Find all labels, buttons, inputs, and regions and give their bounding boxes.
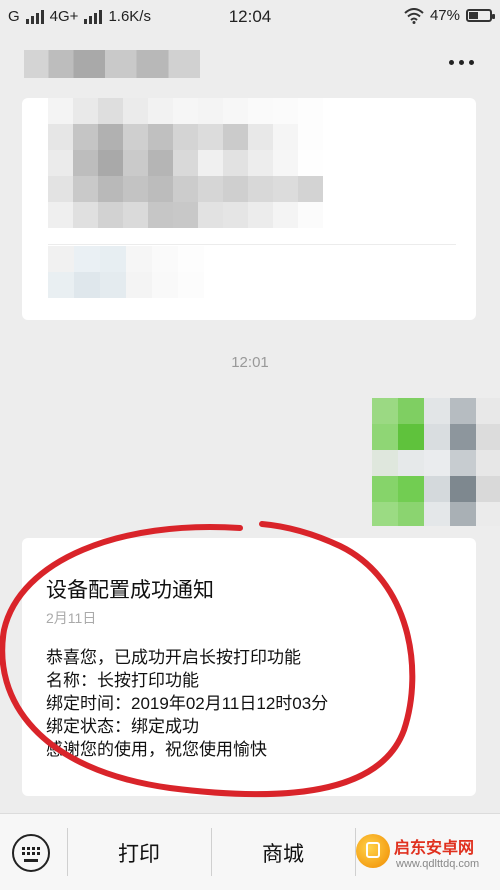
blurred-image [372,398,500,526]
notification-line: 名称：长按打印功能 [46,671,199,690]
image-message-blurred[interactable] [372,398,500,526]
watermark-logo-icon [356,834,390,868]
chat-title-blurred [24,50,200,78]
wifi-icon [404,7,424,24]
divider [48,244,456,245]
menu-tab-print[interactable]: 打印 [68,838,210,868]
bottom-menu-bar: 打印 商城 启东安卓网 www.qdlttdq.com [0,813,500,890]
notification-line: 恭喜您，已成功开启长按打印功能 [46,648,301,667]
status-right: 47% [404,7,495,24]
notification-body: 恭喜您，已成功开启长按打印功能 名称：长按打印功能 绑定时间：2019年02月1… [46,646,328,761]
blurred-content-2 [48,246,204,298]
battery-level [469,12,478,19]
notification-date: 2月11日 [46,610,97,626]
message-card-blurred[interactable] [22,98,476,320]
battery-percent: 47% [429,7,460,24]
notification-line: 绑定状态：绑定成功 [46,717,199,736]
battery-icon [466,9,495,22]
watermark-url: www.qdlttdq.com [396,858,480,870]
notification-line: 绑定时间：2019年02月11日12时03分 [46,694,329,713]
menu-tab-mall[interactable]: 商城 [212,838,354,868]
site-watermark: 启东安卓网 www.qdlttdq.com [356,828,496,884]
keyboard-icon[interactable] [12,834,50,872]
notification-line: 感谢您的使用，祝您使用愉快 [46,740,267,759]
blurred-content [48,98,323,228]
chat-timestamp: 12:01 [231,354,269,371]
chat-header [0,34,500,90]
more-dots-icon[interactable] [449,60,474,65]
watermark-name: 启东安卓网 [394,840,475,857]
status-bar: G 4G+ 1.6K/s 12:04 47% [0,0,500,34]
notification-card[interactable]: 设备配置成功通知 2月11日 恭喜您，已成功开启长按打印功能 名称：长按打印功能… [22,538,476,796]
notification-title: 设备配置成功通知 [46,579,214,602]
